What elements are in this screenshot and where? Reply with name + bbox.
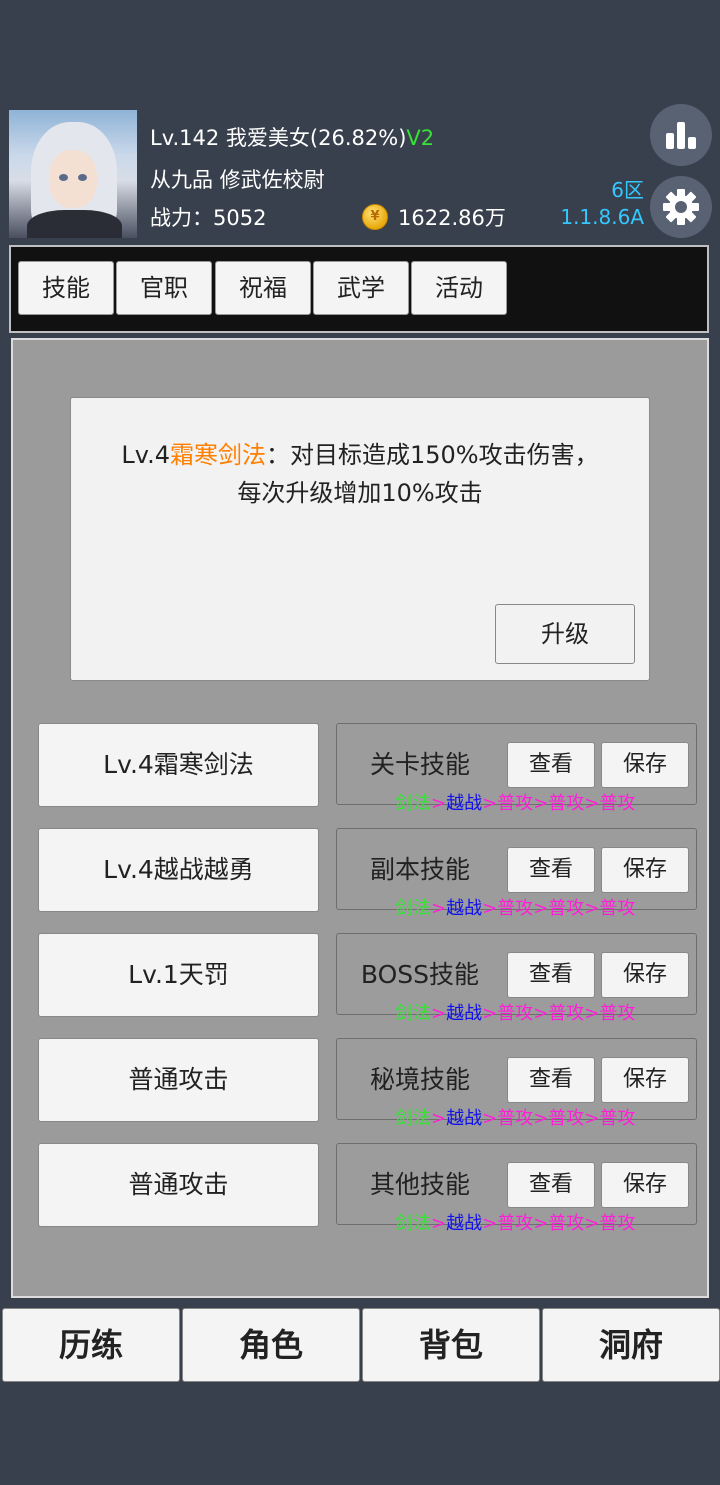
view-button[interactable]: 查看 (507, 1057, 595, 1103)
player-level-name: Lv.142 我爱美女(26.82%)V2 (150, 122, 434, 152)
player-power: 战力：5052 (150, 202, 266, 232)
ranking-button[interactable] (650, 104, 712, 166)
tab-events[interactable]: 活动 (411, 261, 507, 315)
nav-character[interactable]: 角色 (182, 1308, 360, 1382)
skill-slot-5[interactable]: 普通攻击 (38, 1143, 319, 1227)
skill-level: Lv.4 (121, 441, 170, 469)
save-button[interactable]: 保存 (601, 1057, 689, 1103)
player-name-text: Lv.142 我爱美女(26.82%) (150, 126, 407, 150)
skill-slot-4[interactable]: 普通攻击 (38, 1038, 319, 1122)
category-secret-realm-skills: 秘境技能 查看 保存 剑法>越战>普攻>普攻>普攻 (336, 1038, 697, 1129)
skill-sequence: 剑法>越战>普攻>普攻>普攻 (395, 1003, 636, 1024)
gear-icon (663, 189, 699, 225)
view-button[interactable]: 查看 (507, 1162, 595, 1208)
skill-slot-1[interactable]: Lv.4霜寒剑法 (38, 723, 319, 807)
player-rank: 从九品 修武佐校尉 (150, 168, 325, 192)
view-button[interactable]: 查看 (507, 952, 595, 998)
skill-effect: ：对目标造成150%攻击伤害， (265, 441, 599, 469)
tab-skills[interactable]: 技能 (18, 261, 114, 315)
category-other-skills: 其他技能 查看 保存 剑法>越战>普攻>普攻>普攻 (336, 1143, 697, 1234)
save-button[interactable]: 保存 (601, 742, 689, 788)
tab-martial-arts[interactable]: 武学 (313, 261, 409, 315)
category-boss-skills: BOSS技能 查看 保存 剑法>越战>普攻>普攻>普攻 (336, 933, 697, 1024)
vip-badge: V2 (406, 126, 435, 150)
version-label: 1.1.8.6A (560, 205, 644, 229)
skill-upgrade-info: 每次升级增加10%攻击 (237, 479, 483, 507)
settings-button[interactable] (650, 176, 712, 238)
save-button[interactable]: 保存 (601, 847, 689, 893)
save-button[interactable]: 保存 (601, 1162, 689, 1208)
skill-description-box: Lv.4霜寒剑法：对目标造成150%攻击伤害， 每次升级增加10%攻击 升级 (70, 397, 650, 681)
save-button[interactable]: 保存 (601, 952, 689, 998)
skill-description: Lv.4霜寒剑法：对目标造成150%攻击伤害， 每次升级增加10%攻击 (71, 436, 649, 512)
skill-slot-2[interactable]: Lv.4越战越勇 (38, 828, 319, 912)
gold-amount: 1622.86万 (398, 206, 506, 230)
tab-blessing[interactable]: 祝福 (215, 261, 311, 315)
skill-sequence: 剑法>越战>普攻>普攻>普攻 (395, 898, 636, 919)
nav-training[interactable]: 历练 (2, 1308, 180, 1382)
skill-sequence: 剑法>越战>普攻>普攻>普攻 (395, 1108, 636, 1129)
tab-bar: 技能 官职 祝福 武学 活动 (9, 245, 709, 333)
view-button[interactable]: 查看 (507, 847, 595, 893)
skill-sequence: 剑法>越战>普攻>普攻>普攻 (395, 793, 636, 814)
skill-name: 霜寒剑法 (169, 441, 266, 469)
nav-cave-dwelling[interactable]: 洞府 (542, 1308, 720, 1382)
category-dungeon-skills: 副本技能 查看 保存 剑法>越战>普攻>普攻>普攻 (336, 828, 697, 919)
coin-icon: ¥ (362, 204, 388, 230)
view-button[interactable]: 查看 (507, 742, 595, 788)
power-value: 5052 (213, 206, 267, 230)
category-stage-skills: 关卡技能 查看 保存 剑法>越战>普攻>普攻>普攻 (336, 723, 697, 814)
tab-official-rank[interactable]: 官职 (116, 261, 212, 315)
power-label: 战力： (150, 206, 213, 230)
skill-sequence: 剑法>越战>普攻>普攻>普攻 (395, 1213, 636, 1234)
bar-chart-icon (666, 122, 696, 149)
upgrade-button[interactable]: 升级 (495, 604, 635, 664)
skill-slot-3[interactable]: Lv.1天罚 (38, 933, 319, 1017)
player-header: Lv.142 我爱美女(26.82%)V2 从九品 修武佐校尉 战力：5052 … (0, 0, 720, 245)
avatar[interactable] (9, 110, 137, 238)
nav-inventory[interactable]: 背包 (362, 1308, 540, 1382)
server-label: 6区 (611, 178, 644, 202)
